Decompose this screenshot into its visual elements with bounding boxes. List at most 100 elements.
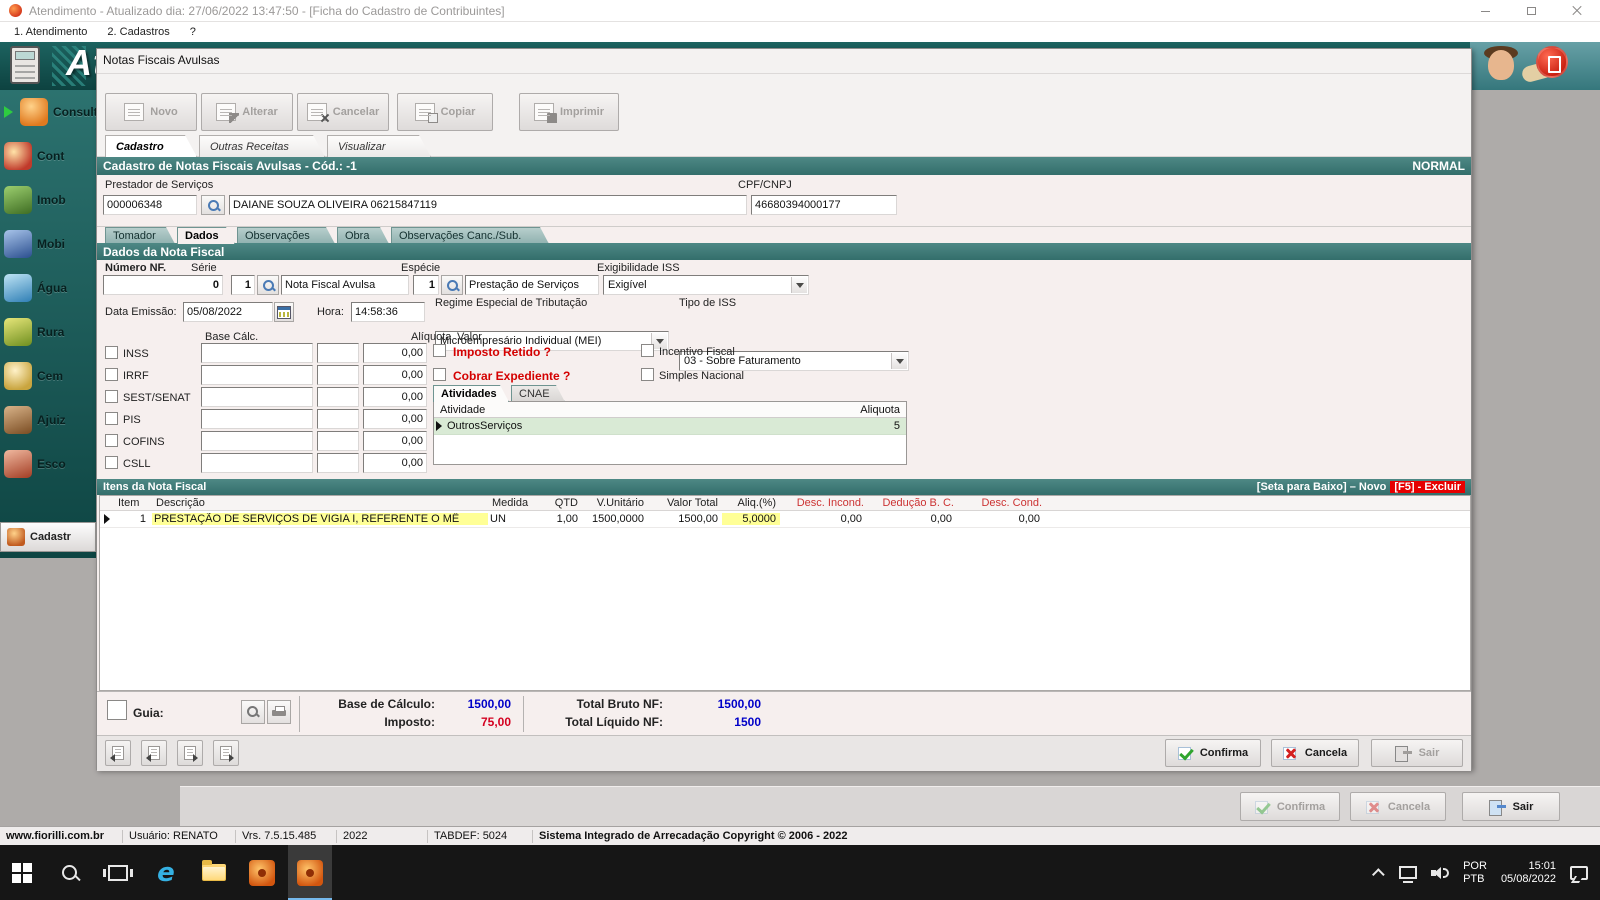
last-record-button[interactable] <box>213 740 239 766</box>
especie-input[interactable] <box>413 275 439 295</box>
cancelar-button[interactable]: Cancelar <box>297 93 389 131</box>
csll-base-input[interactable] <box>201 453 313 473</box>
outer-sair-button[interactable]: Sair <box>1462 792 1560 821</box>
imprimir-button[interactable]: Imprimir <box>519 93 619 131</box>
inss-base-input[interactable] <box>201 343 313 363</box>
banner-exit-icon[interactable] <box>1536 46 1568 78</box>
sidebar-item-contribuintes[interactable]: Cont <box>0 134 96 178</box>
file-explorer-button[interactable] <box>192 845 236 900</box>
irrf-aliquota-input[interactable] <box>317 365 359 385</box>
confirma-button[interactable]: Confirma <box>1165 739 1261 767</box>
sidebar-item-agua[interactable]: Água <box>0 266 96 310</box>
atividade-row[interactable]: OutrosServiços 5 <box>434 418 906 435</box>
csll-aliquota-input[interactable] <box>317 453 359 473</box>
notification-icon[interactable] <box>1570 865 1588 880</box>
cancela-button[interactable]: Cancela <box>1271 739 1359 767</box>
maximize-button[interactable] <box>1508 0 1554 22</box>
start-button[interactable] <box>0 845 44 900</box>
imposto-retido-checkbox[interactable] <box>433 344 446 357</box>
prestador-code-input[interactable] <box>103 195 197 215</box>
sair-button[interactable]: Sair <box>1371 739 1463 767</box>
inss-aliquota-input[interactable] <box>317 343 359 363</box>
tab-cnae[interactable]: CNAE <box>511 385 565 402</box>
calendar-button[interactable] <box>274 302 294 322</box>
guia-print-button[interactable] <box>267 700 291 724</box>
outer-confirma-button[interactable]: Confirma <box>1240 792 1340 821</box>
especie-search-button[interactable] <box>441 275 463 295</box>
clock[interactable]: 15:01 05/08/2022 <box>1501 860 1556 886</box>
pis-base-input[interactable] <box>201 409 313 429</box>
menu-cadastros[interactable]: 2. Cadastros <box>99 24 177 40</box>
irrf-base-input[interactable] <box>201 365 313 385</box>
sidebar-item-consulta[interactable]: Consulta <box>0 90 96 134</box>
previous-record-button[interactable] <box>141 740 167 766</box>
inss-valor-input[interactable] <box>363 343 427 363</box>
cobrar-expediente-checkbox[interactable] <box>433 368 446 381</box>
tab-obra[interactable]: Obra <box>337 227 389 244</box>
copiar-button[interactable]: Copiar <box>397 93 493 131</box>
sidebar-item-mobiliario[interactable]: Mobi <box>0 222 96 266</box>
especie-desc-input[interactable] <box>465 275 599 295</box>
app-button-2-active[interactable] <box>288 845 332 900</box>
cpf-input[interactable] <box>751 195 897 215</box>
pis-checkbox[interactable] <box>105 412 118 425</box>
outer-cancela-button[interactable]: Cancela <box>1350 792 1446 821</box>
tab-cadastro[interactable]: Cadastro <box>105 135 197 157</box>
sest-aliquota-input[interactable] <box>317 387 359 407</box>
sidebar-item-ajuizamento[interactable]: Ajuiz <box>0 398 96 442</box>
csll-checkbox[interactable] <box>105 456 118 469</box>
app-button-1[interactable] <box>240 845 284 900</box>
sest-valor-input[interactable] <box>363 387 427 407</box>
pis-valor-input[interactable] <box>363 409 427 429</box>
first-record-button[interactable] <box>105 740 131 766</box>
cofins-aliquota-input[interactable] <box>317 431 359 451</box>
sidebar-item-cadastros[interactable]: Cadastr <box>0 522 96 552</box>
dropdown-button[interactable] <box>791 277 807 293</box>
cofins-valor-input[interactable] <box>363 431 427 451</box>
simples-nacional-checkbox[interactable] <box>641 368 654 381</box>
hora-input[interactable] <box>351 302 425 322</box>
cofins-checkbox[interactable] <box>105 434 118 447</box>
irrf-checkbox[interactable] <box>105 368 118 381</box>
guia-view-button[interactable] <box>241 700 265 724</box>
data-emissao-input[interactable] <box>183 302 273 322</box>
serie-input[interactable] <box>231 275 255 295</box>
sidebar-item-cemiterio[interactable]: Cem <box>0 354 96 398</box>
speaker-icon[interactable] <box>1431 866 1450 880</box>
incentivo-fiscal-checkbox[interactable] <box>641 344 654 357</box>
taskbar-search-button[interactable] <box>48 845 92 900</box>
tab-tomador[interactable]: Tomador <box>105 227 175 244</box>
sest-checkbox[interactable] <box>105 390 118 403</box>
prestador-search-button[interactable] <box>201 195 225 215</box>
serie-desc-input[interactable] <box>281 275 409 295</box>
dropdown-button[interactable] <box>891 353 907 369</box>
csll-valor-input[interactable] <box>363 453 427 473</box>
novo-button[interactable]: Novo <box>105 93 197 131</box>
next-record-button[interactable] <box>177 740 203 766</box>
sidebar-item-escolar[interactable]: Esco <box>0 442 96 486</box>
numero-nf-input[interactable] <box>103 275 223 295</box>
cofins-base-input[interactable] <box>201 431 313 451</box>
edge-button[interactable]: e <box>144 845 188 900</box>
pis-aliquota-input[interactable] <box>317 409 359 429</box>
tab-observacoes[interactable]: Observações <box>237 227 335 244</box>
tab-visualizar[interactable]: Visualizar <box>327 135 431 157</box>
sest-base-input[interactable] <box>201 387 313 407</box>
guia-checkbox[interactable] <box>107 700 127 720</box>
menu-help[interactable]: ? <box>182 24 204 40</box>
item-row[interactable]: 1 PRESTAÇÃO DE SERVIÇOS DE VIGIA I, REFE… <box>100 511 1470 528</box>
serie-search-button[interactable] <box>257 275 279 295</box>
language-indicator[interactable]: POR PTB <box>1463 860 1487 886</box>
sidebar-item-rural[interactable]: Rura <box>0 310 96 354</box>
tab-observacoes-canc[interactable]: Observações Canc./Sub. <box>391 227 549 244</box>
prestador-name-input[interactable] <box>229 195 747 215</box>
alterar-button[interactable]: Alterar <box>201 93 293 131</box>
menu-atendimento[interactable]: 1. Atendimento <box>6 24 95 40</box>
network-icon[interactable] <box>1399 866 1418 883</box>
tab-dados[interactable]: Dados <box>177 227 235 244</box>
exigibilidade-select[interactable]: Exigível <box>603 275 809 295</box>
sidebar-item-imobiliario[interactable]: Imob <box>0 178 96 222</box>
irrf-valor-input[interactable] <box>363 365 427 385</box>
tab-outras-receitas[interactable]: Outras Receitas <box>199 135 325 157</box>
minimize-button[interactable] <box>1462 0 1508 22</box>
